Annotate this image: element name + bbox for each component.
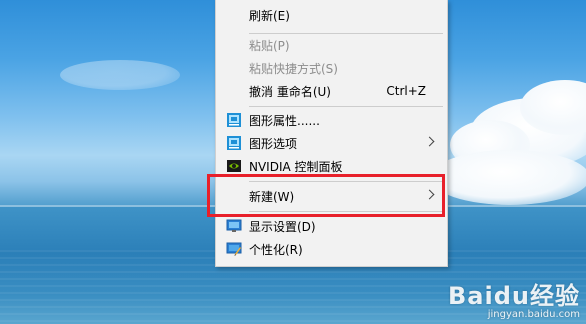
menu-item-graphics-options[interactable]: 图形选项 <box>216 131 447 155</box>
menu-item-label: 粘贴快捷方式(S) <box>249 61 338 76</box>
menu-item-display-settings[interactable]: 显示设置(D) <box>216 214 447 238</box>
display-settings-icon <box>226 218 242 234</box>
menu-item-label: 粘贴(P) <box>249 38 290 53</box>
menu-item-label: 显示设置(D) <box>249 219 316 234</box>
menu-separator <box>249 106 443 107</box>
watermark: Baidu经验 jingyan.baidu.com <box>448 276 580 320</box>
personalize-icon <box>226 241 242 257</box>
cloud <box>60 60 180 90</box>
cloud <box>430 150 586 205</box>
menu-item-label: NVIDIA 控制面板 <box>249 159 343 174</box>
intel-graphics-icon <box>226 135 242 151</box>
menu-item-graphics-properties[interactable]: 图形属性...... <box>216 108 447 132</box>
chevron-right-icon <box>424 136 435 147</box>
menu-item-personalize[interactable]: 个性化(R) <box>216 237 447 261</box>
menu-item-label: 撤消 重命名(U) <box>249 84 331 99</box>
menu-item-refresh[interactable]: 刷新(E) <box>216 3 447 27</box>
menu-item-label: 个性化(R) <box>249 242 303 257</box>
menu-item-label: 图形选项 <box>249 136 298 151</box>
menu-item-shortcut: Ctrl+Z <box>386 84 426 98</box>
menu-item-label: 图形属性...... <box>249 113 320 128</box>
menu-item-undo-rename[interactable]: 撤消 重命名(U) Ctrl+Z <box>216 79 447 103</box>
highlight-box <box>207 174 445 217</box>
menu-item-label: 刷新(E) <box>249 8 290 23</box>
menu-item-paste-shortcut[interactable]: 粘贴快捷方式(S) <box>216 56 447 80</box>
intel-graphics-icon <box>226 112 242 128</box>
watermark-brand: Baidu经验 <box>448 282 580 310</box>
nvidia-icon <box>226 158 242 174</box>
menu-item-paste[interactable]: 粘贴(P) <box>216 33 447 57</box>
desktop-context-menu: 刷新(E) 粘贴(P) 粘贴快捷方式(S) 撤消 重命名(U) Ctrl+Z 图… <box>215 0 448 267</box>
